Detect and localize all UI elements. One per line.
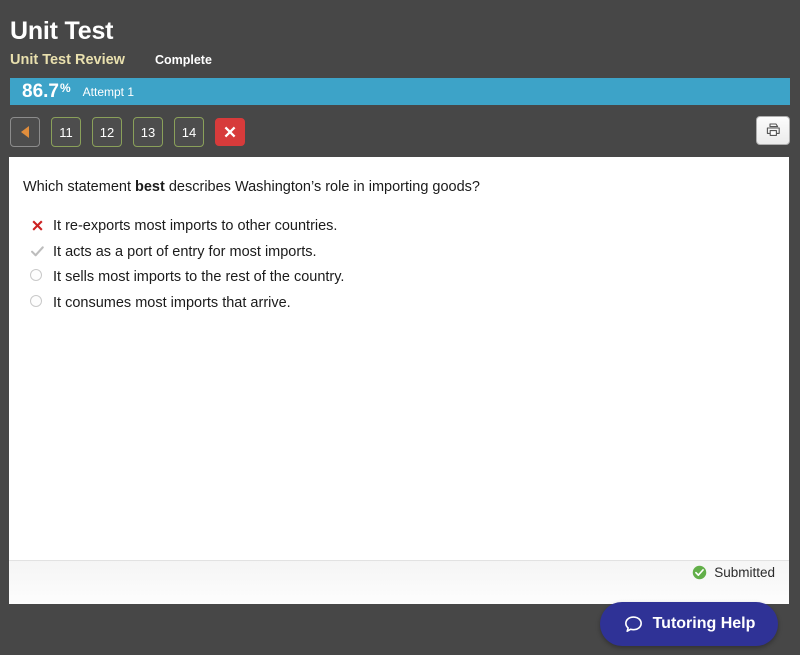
panel-footer: Submitted	[9, 560, 789, 604]
option-label: It sells most imports to the rest of the…	[53, 269, 345, 285]
radio-empty-icon	[30, 294, 42, 307]
check-circle-icon	[692, 565, 707, 580]
question-button-11[interactable]: 11	[51, 117, 81, 147]
question-text-before: Which statement	[23, 179, 136, 195]
option-marker	[23, 293, 53, 307]
question-button-label: 11	[59, 124, 73, 140]
previous-page-button[interactable]	[10, 117, 40, 147]
printer-icon	[766, 123, 780, 136]
subtitle-row: Unit Test Review Complete	[10, 52, 800, 70]
incorrect-x-icon	[32, 220, 43, 231]
review-title: Unit Test Review	[10, 52, 125, 68]
submitted-status: Submitted	[692, 565, 775, 580]
option-label: It consumes most imports that arrive.	[53, 294, 291, 311]
question-emphasis: best	[135, 179, 165, 195]
score-value: 86.7	[22, 81, 59, 102]
option-marker	[23, 242, 53, 259]
print-button[interactable]	[756, 116, 790, 145]
tutoring-help-button[interactable]: Tutoring Help	[600, 602, 778, 646]
question-button-label: 14	[181, 124, 197, 140]
page-header: Unit Test Unit Test Review Complete	[0, 0, 800, 70]
question-button-incorrect-current[interactable]	[215, 118, 245, 146]
question-body: Which statement best describes Washingto…	[9, 157, 789, 560]
option-marker	[23, 216, 53, 233]
answer-option[interactable]: It sells most imports to the rest of the…	[23, 267, 775, 293]
question-button-13[interactable]: 13	[133, 117, 163, 147]
answer-options: It re-exports most imports to other coun…	[23, 216, 775, 318]
option-label: It re-exports most imports to other coun…	[53, 218, 338, 234]
answer-option[interactable]: It consumes most imports that arrive.	[23, 293, 775, 319]
answer-option[interactable]: It re-exports most imports to other coun…	[23, 216, 775, 242]
question-button-label: 12	[99, 124, 115, 140]
chat-bubble-icon	[624, 615, 642, 632]
question-button-14[interactable]: 14	[174, 117, 204, 147]
question-button-label: 13	[140, 124, 156, 140]
chevron-left-icon	[21, 126, 29, 138]
correct-check-icon	[31, 245, 44, 256]
question-button-12[interactable]: 12	[92, 117, 122, 147]
status-badge: Complete	[154, 53, 212, 67]
close-x-icon	[224, 126, 236, 138]
question-nav-toolbar: 11 12 13 14	[10, 116, 790, 148]
tutoring-help-label: Tutoring Help	[652, 615, 756, 632]
radio-empty-icon	[30, 269, 42, 281]
score-bar: 86.7 % Attempt 1	[10, 78, 790, 105]
option-marker	[23, 267, 53, 281]
option-label: It acts as a port of entry for most impo…	[53, 243, 317, 260]
score-percent-symbol: %	[59, 80, 71, 95]
attempt-label: Attempt 1	[82, 84, 135, 99]
page-title: Unit Test	[10, 17, 114, 45]
question-panel: Which statement best describes Washingto…	[9, 157, 789, 604]
answer-option[interactable]: It acts as a port of entry for most impo…	[23, 242, 775, 268]
question-text-after: describes Washington’s role in importing…	[164, 179, 480, 195]
question-prompt: Which statement best describes Washingto…	[23, 178, 775, 197]
submitted-label: Submitted	[714, 565, 775, 580]
